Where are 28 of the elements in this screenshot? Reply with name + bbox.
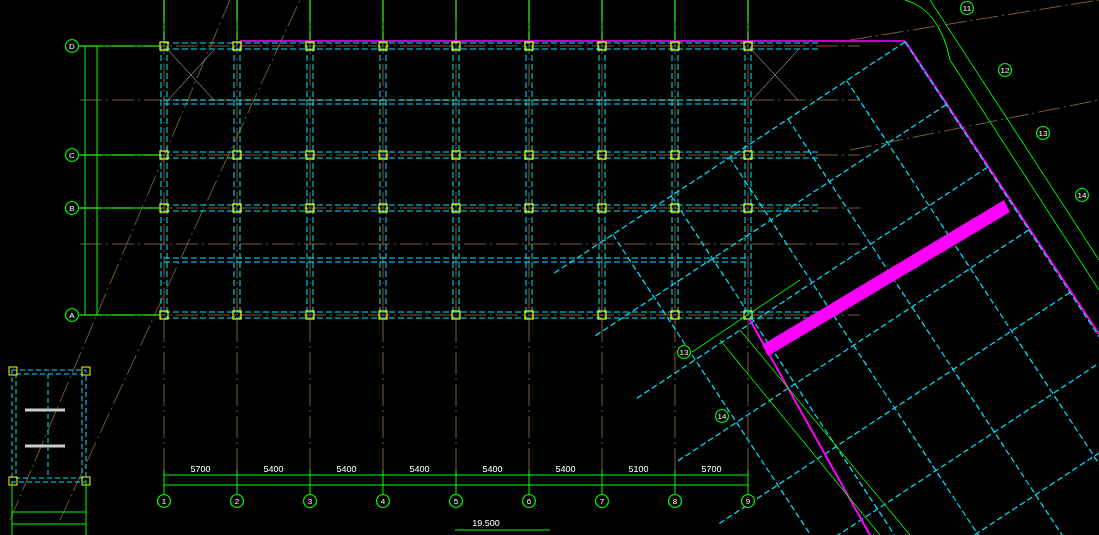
dimension-label: 5400 [336,464,357,474]
axis-bubble: 2 [229,493,245,509]
axis-bubble: B [64,200,80,216]
axis-bubble: 5 [448,493,464,509]
axis-bubble: 13 [1035,125,1051,141]
axis-bubble: 4 [375,493,391,509]
dimension-label: 5700 [701,464,722,474]
dimension-label: 5400 [263,464,284,474]
axis-bubble: 12 [997,62,1013,78]
axis-bubble: C [64,147,80,163]
dimension-label: 5400 [409,464,430,474]
axis-bubble: 11 [959,0,975,16]
axis-bubble: 8 [667,493,683,509]
drawing-title: 19.500 [472,518,500,528]
dimension-label: 5400 [482,464,503,474]
dimension-label: 5700 [190,464,211,474]
axis-bubble: 6 [521,493,537,509]
axis-bubble: 3 [302,493,318,509]
axis-bubble: D [64,38,80,54]
axis-bubble: 9 [740,493,756,509]
axis-bubble: 14 [714,408,730,424]
axis-bubble: 1 [156,493,172,509]
dimension-label: 5400 [555,464,576,474]
axis-bubble: A [64,307,80,323]
axis-bubble: 7 [594,493,610,509]
axis-bubble: 13 [676,344,692,360]
axis-bubble: 14 [1074,187,1090,203]
dimension-label: 5100 [628,464,649,474]
